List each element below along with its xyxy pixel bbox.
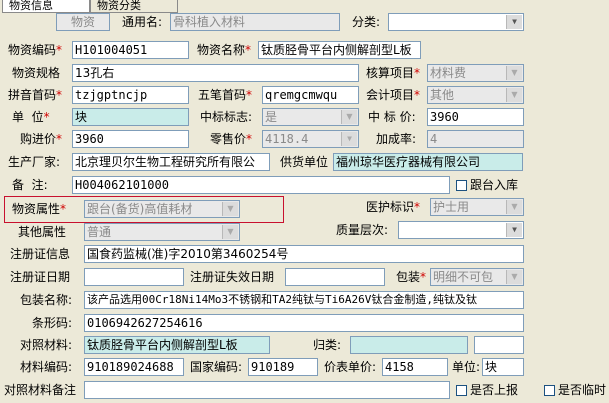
price-label: 价表单价: bbox=[324, 360, 377, 374]
retail-price-label: 零售价* bbox=[210, 132, 253, 146]
compare-field[interactable]: 钛质胫骨平台内侧解剖型L板 bbox=[84, 336, 270, 354]
chevron-down-icon[interactable]: ▼ bbox=[506, 270, 522, 284]
note-field[interactable]: H004062101000 bbox=[72, 176, 450, 194]
is-temp-checkbox[interactable] bbox=[544, 385, 555, 396]
national-code-field[interactable]: 910189 bbox=[248, 358, 318, 376]
attr-select[interactable]: 跟台(备货)高值耗材 ▼ bbox=[84, 200, 240, 218]
belong-field[interactable] bbox=[350, 336, 468, 354]
package-select[interactable]: 明细不可包 ▼ bbox=[430, 268, 524, 286]
compare-label: 对照材料: bbox=[20, 338, 73, 352]
quality-select[interactable]: ▼ bbox=[398, 221, 524, 239]
attr-label: 物资属性* bbox=[12, 202, 67, 216]
pinyin-label: 拼音首码* bbox=[8, 88, 63, 102]
chevron-down-icon[interactable]: ▼ bbox=[506, 200, 522, 214]
account-item-select[interactable]: 材料费 ▼ bbox=[427, 64, 524, 82]
material-code-label: 材料编码: bbox=[20, 360, 73, 374]
chevron-down-icon[interactable]: ▼ bbox=[222, 202, 238, 216]
compare-note-label: 对照材料备注 bbox=[4, 383, 77, 397]
category-label: 分类: bbox=[352, 15, 381, 29]
tab-material-info[interactable]: 物资信息 bbox=[2, 0, 90, 13]
purchase-price-label: 购进价* bbox=[20, 132, 63, 146]
barcode-label: 条形码: bbox=[32, 316, 73, 330]
insurance-label: 医护标识* bbox=[366, 200, 421, 214]
name-field[interactable]: 钛质胫骨平台内侧解剖型L板 bbox=[258, 41, 421, 59]
manufacturer-label: 生产厂家: bbox=[8, 155, 61, 169]
chevron-down-icon[interactable]: ▼ bbox=[341, 132, 357, 146]
unit-label: 单 位* bbox=[12, 110, 50, 124]
acct-item-select[interactable]: 其他 ▼ bbox=[427, 86, 524, 104]
reg-date-field[interactable] bbox=[84, 268, 184, 286]
markup-label: 加成率: bbox=[376, 132, 417, 146]
manufacturer-field[interactable]: 北京理贝尔生物工程研究所有限公 bbox=[72, 153, 270, 171]
reg-info-label: 注册证信息 bbox=[10, 247, 71, 261]
national-code-label: 国家编码: bbox=[190, 360, 243, 374]
generic-name-field[interactable]: 骨科植入材料 bbox=[170, 13, 340, 31]
unit-field[interactable]: 块 bbox=[72, 108, 189, 126]
bid-price-field[interactable]: 3960 bbox=[427, 108, 524, 126]
is-reported-checkbox[interactable] bbox=[456, 385, 467, 396]
package-name-field[interactable]: 该产品选用00Cr18Ni14Mo3不锈钢和TA2纯钛与Ti6A26V钛合金制造… bbox=[84, 291, 524, 309]
chevron-down-icon[interactable]: ▼ bbox=[506, 15, 522, 29]
is-temp-label: 是否临时 bbox=[558, 383, 607, 397]
bid-price-label: 中 标 价: bbox=[368, 110, 416, 124]
code-field[interactable]: H101004051 bbox=[72, 41, 189, 59]
reg-expire-label: 注册证失效日期 bbox=[190, 270, 275, 284]
unit2-field[interactable]: 块 bbox=[482, 358, 524, 376]
other-attr-label: 其他属性 bbox=[18, 225, 67, 239]
name-label: 物资名称* bbox=[197, 43, 252, 57]
is-reported-label: 是否上报 bbox=[470, 383, 519, 397]
spec-field[interactable]: 13孔右 bbox=[72, 64, 359, 82]
code-label: 物资编码* bbox=[8, 43, 63, 57]
belong-label: 归类: bbox=[313, 338, 342, 352]
bid-flag-label: 中标标志: bbox=[200, 110, 253, 124]
reg-expire-field[interactable] bbox=[285, 268, 385, 286]
category-select[interactable]: ▼ bbox=[388, 13, 524, 31]
other-attr-select[interactable]: 普通 ▼ bbox=[84, 223, 240, 241]
stock-in-label: 跟台入库 bbox=[470, 178, 519, 192]
unit2-label: 单位: bbox=[452, 360, 481, 374]
chevron-down-icon[interactable]: ▼ bbox=[222, 225, 238, 239]
insurance-select[interactable]: 护士用 ▼ bbox=[430, 198, 524, 216]
account-item-label: 核算项目* bbox=[366, 66, 421, 80]
chevron-down-icon[interactable]: ▼ bbox=[506, 223, 522, 237]
note-label: 备 注: bbox=[12, 178, 48, 192]
supplier-field[interactable]: 福州琼华医疗器械有限公司 bbox=[333, 153, 523, 171]
package-label: 包装* bbox=[396, 270, 427, 284]
price-field[interactable]: 4158 bbox=[382, 358, 448, 376]
chevron-down-icon[interactable]: ▼ bbox=[506, 66, 522, 80]
tab-material-category[interactable]: 物资分类 bbox=[90, 0, 178, 13]
reg-info-field[interactable]: 国食药监械(准)字2010第3460254号 bbox=[84, 245, 524, 263]
generic-name-label: 通用名: bbox=[122, 15, 163, 29]
retail-price-field[interactable]: 4118.4 ▼ bbox=[262, 130, 359, 148]
chevron-down-icon[interactable]: ▼ bbox=[341, 110, 357, 124]
purchase-price-field[interactable]: 3960 bbox=[72, 130, 189, 148]
stock-in-checkbox[interactable] bbox=[456, 180, 467, 191]
barcode-field[interactable]: 0106942627254616 bbox=[84, 314, 524, 332]
package-name-label: 包装名称: bbox=[20, 293, 73, 307]
reg-date-label: 注册证日期 bbox=[10, 270, 71, 284]
chevron-down-icon[interactable]: ▼ bbox=[506, 88, 522, 102]
supplier-label: 供货单位 bbox=[280, 155, 329, 169]
acct-item-label: 会计项目* bbox=[366, 88, 421, 102]
quality-label: 质量层次: bbox=[336, 223, 389, 237]
pinyin-field[interactable]: tzjgptncjp bbox=[72, 86, 189, 104]
wubi-field[interactable]: qremgcmwqu bbox=[262, 86, 359, 104]
markup-field[interactable]: 4 bbox=[427, 130, 524, 148]
wubi-label: 五笔首码* bbox=[198, 88, 253, 102]
material-code-field[interactable]: 910189024688 bbox=[84, 358, 184, 376]
material-search-box[interactable]: 物资 bbox=[56, 13, 110, 31]
compare-note-field[interactable] bbox=[84, 381, 450, 399]
belong-extra-field[interactable] bbox=[474, 336, 524, 354]
bid-flag-select[interactable]: 是 ▼ bbox=[262, 108, 359, 126]
spec-label: 物资规格 bbox=[12, 66, 61, 80]
